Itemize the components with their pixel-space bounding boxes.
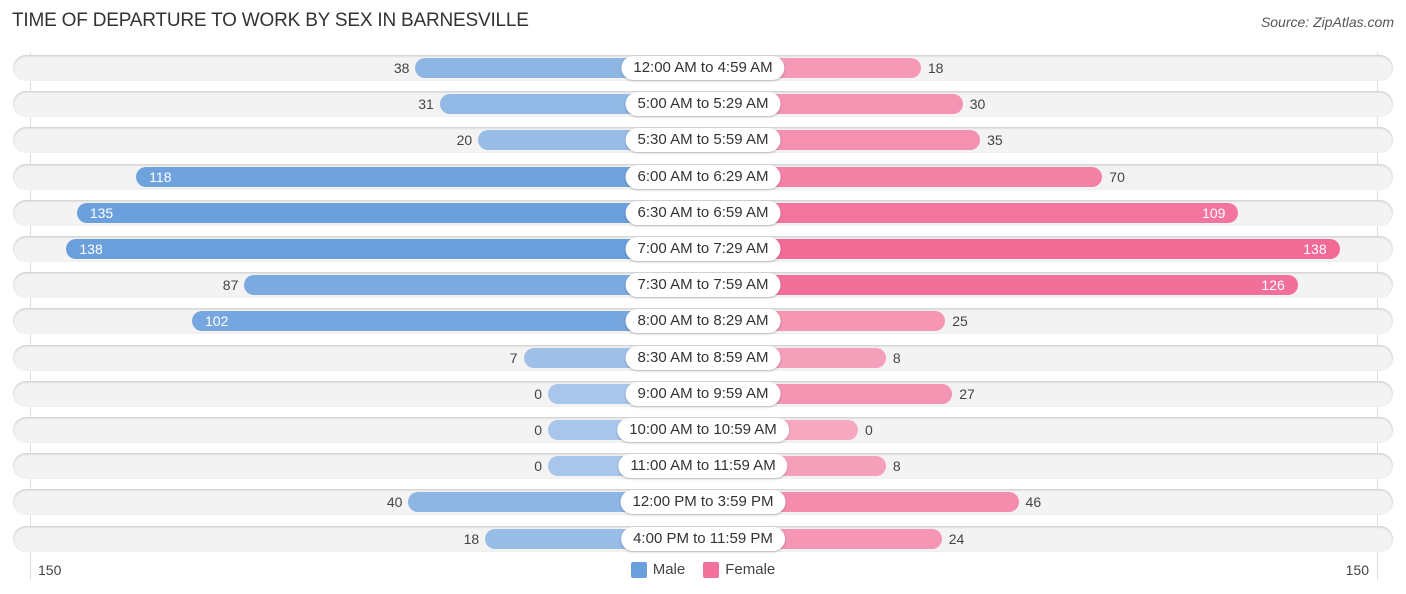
value-label-female: 25 (952, 313, 968, 330)
value-label-male: 7 (509, 349, 518, 366)
value-label-male: 40 (386, 494, 403, 511)
category-label: 8:00 AM to 8:29 AM (625, 309, 781, 334)
value-label-female: 18 (927, 60, 944, 76)
category-label: 11:00 AM to 11:59 AM (618, 454, 788, 479)
value-label-male: 118 (149, 168, 172, 185)
bar-female[interactable] (703, 202, 1239, 223)
category-label: 8:30 AM to 8:59 AM (625, 345, 781, 370)
value-label-male: 0 (534, 422, 542, 438)
value-label-male: 38 (393, 60, 410, 76)
value-label-female: 27 (959, 385, 975, 402)
value-label-female: 70 (1109, 168, 1125, 185)
value-label-male: 0 (534, 458, 542, 475)
value-label-male: 87 (222, 277, 239, 294)
category-label: 7:00 AM to 7:29 AM (625, 237, 781, 261)
value-label-female: 0 (865, 422, 873, 438)
category-label: 10:00 AM to 10:59 AM (617, 418, 789, 442)
legend-swatch-male (630, 561, 647, 578)
category-label: 12:00 AM to 4:59 AM (621, 56, 785, 80)
value-label-female: 30 (969, 96, 986, 113)
category-label: 12:00 PM to 3:59 PM (620, 490, 786, 515)
value-label-female: 126 (1261, 277, 1285, 294)
category-label: 9:00 AM to 9:59 AM (625, 381, 781, 406)
value-label-female: 138 (1303, 241, 1327, 257)
value-label-female: 8 (892, 349, 901, 366)
value-label-male: 18 (463, 530, 480, 547)
value-label-male: 20 (456, 132, 473, 149)
category-label: 5:00 AM to 5:29 AM (625, 92, 781, 117)
legend-item-female[interactable]: Female (703, 561, 775, 578)
bar-female[interactable] (703, 275, 1298, 296)
bar-female[interactable] (703, 239, 1340, 259)
legend: Male Female (0, 561, 1406, 578)
value-label-male: 31 (418, 96, 434, 113)
category-label: 5:30 AM to 5:59 AM (625, 128, 781, 153)
chart-area: 38 18 12:00 AM to 4:59 AM 31 30 5:00 AM to 5:… (0, 0, 1406, 594)
category-label: 4:00 PM to 11:59 PM (621, 526, 785, 551)
bar-male[interactable] (76, 202, 703, 223)
value-label-female: 24 (948, 530, 965, 547)
category-label: 7:30 AM to 7:59 AM (625, 273, 781, 298)
category-label: 6:30 AM to 6:59 AM (625, 200, 781, 225)
value-label-female: 35 (987, 132, 1003, 149)
value-label-male: 135 (89, 204, 114, 221)
value-label-male: 0 (534, 385, 542, 402)
value-label-male: 138 (79, 241, 103, 257)
category-label: 6:00 AM to 6:29 AM (625, 164, 781, 189)
value-label-female: 46 (1025, 494, 1042, 511)
bar-male[interactable] (136, 166, 703, 187)
value-label-female: 8 (892, 458, 901, 475)
value-label-male: 102 (205, 313, 229, 330)
legend-swatch-female (703, 561, 720, 578)
legend-label-female: Female (725, 561, 776, 578)
legend-item-male[interactable]: Male (630, 561, 686, 578)
legend-label-male: Male (652, 561, 686, 578)
value-label-female: 109 (1202, 204, 1226, 221)
bar-male[interactable] (66, 239, 703, 259)
